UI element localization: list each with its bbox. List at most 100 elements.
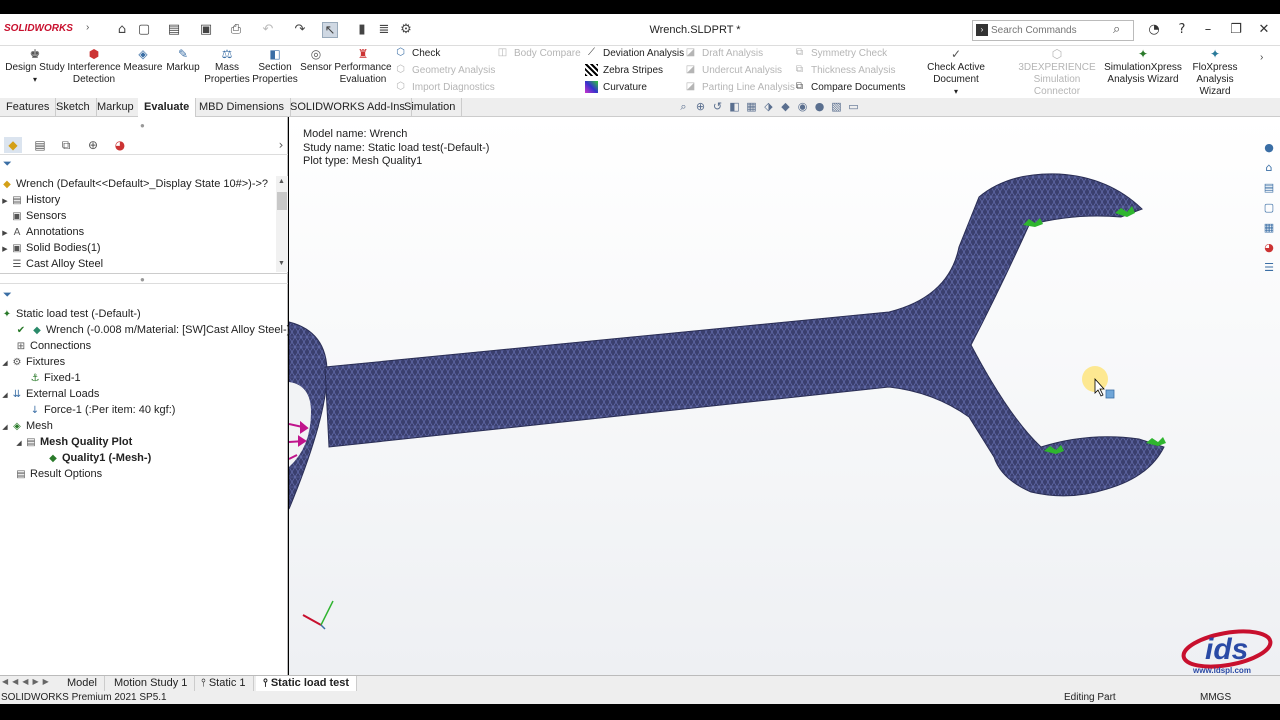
sim-tree-item-quality1[interactable]: ◆ Quality1 (-Mesh-) <box>46 450 322 466</box>
section-view-icon[interactable]: ◧ <box>726 100 743 113</box>
menu-arrow-icon[interactable]: › <box>86 22 89 33</box>
panel-splitter-icon[interactable]: ● <box>140 121 145 130</box>
sensor-button[interactable]: ◎ Sensor <box>299 46 333 74</box>
edit-appearance-icon[interactable]: ● <box>811 100 828 113</box>
options-gear-icon[interactable]: ⚙ <box>398 22 414 38</box>
previous-view-icon[interactable]: ↺ <box>709 100 726 113</box>
display-manager-tab-icon[interactable]: ◕ <box>111 137 129 153</box>
zoom-area-icon[interactable]: ⊕ <box>692 100 709 113</box>
open-folder-icon[interactable]: ▤ <box>166 22 182 38</box>
tree-item-material[interactable]: ☰ Cast Alloy Steel <box>0 256 276 272</box>
graphics-area[interactable]: Model name: Wrench Study name: Static lo… <box>289 117 1280 675</box>
feature-tree-scrollbar[interactable]: ▲ ▼ <box>276 176 288 272</box>
collapse-arrow-icon[interactable]: ◢ <box>0 355 10 371</box>
check-button[interactable]: ⬡ Check <box>394 46 494 63</box>
deviation-analysis-button[interactable]: ⟋ Deviation Analysis <box>585 46 685 63</box>
tab-features[interactable]: Features <box>0 98 57 117</box>
view-settings-icon[interactable]: ▭ <box>845 100 862 113</box>
configuration-manager-tab-icon[interactable]: ⧉ <box>57 137 75 153</box>
tree-item-solid-bodies[interactable]: ▶ ▣ Solid Bodies(1) <box>0 240 276 256</box>
floxpress-button[interactable]: ✦ FloXpress Analysis Wizard <box>1182 46 1248 98</box>
feature-manager-tab-icon[interactable]: ◆ <box>4 137 22 153</box>
tab-evaluate[interactable]: Evaluate <box>138 98 197 117</box>
expand-arrow-icon[interactable]: ▶ <box>0 241 10 257</box>
close-icon[interactable]: ✕ <box>1254 22 1274 37</box>
bottom-tab-motion-study-1[interactable]: Motion Study 1 <box>107 676 196 692</box>
design-library-icon[interactable]: ▤ <box>1262 181 1276 195</box>
print-icon[interactable]: ⎙ <box>228 22 244 38</box>
view-palette-icon[interactable]: ▦ <box>1262 221 1276 235</box>
collapse-arrow-icon[interactable]: ◢ <box>14 435 24 451</box>
sim-tree-item-fixed-1[interactable]: ⚓ Fixed-1 <box>28 370 304 386</box>
import-diagnostics-button[interactable]: ⬡ Import Diagnostics <box>394 80 495 97</box>
geometry-analysis-button[interactable]: ⬡ Geometry Analysis <box>394 63 495 80</box>
interference-detection-button[interactable]: ⬢ Interference Detection <box>66 46 122 86</box>
units-label[interactable]: MMGS <box>1200 692 1231 703</box>
bottom-tab-model[interactable]: Model <box>60 676 105 692</box>
display-style-icon[interactable]: ◆ <box>777 100 794 113</box>
home-icon[interactable]: ⌂ <box>114 22 130 38</box>
home-taskpane-icon[interactable]: ⌂ <box>1262 161 1276 175</box>
expand-arrow-icon[interactable]: ▶ <box>0 193 10 209</box>
restore-icon[interactable]: ❐ <box>1226 22 1246 37</box>
panel-expand-icon[interactable]: › <box>272 137 290 153</box>
symmetry-check-button[interactable]: ⧉ Symmetry Check <box>793 46 903 63</box>
bottom-tab-static-1[interactable]: ⫯ Static 1 <box>194 676 254 692</box>
undo-icon[interactable]: ↶ <box>260 22 276 38</box>
help-icon[interactable]: ? <box>1172 22 1192 37</box>
tree-item-annotations[interactable]: ▶ A Annotations <box>0 224 276 240</box>
markup-button[interactable]: ✎ Markup <box>164 46 202 74</box>
tab-mbd-dimensions[interactable]: MBD Dimensions <box>193 98 291 117</box>
draft-analysis-button[interactable]: ◪ Draft Analysis <box>684 46 790 63</box>
expand-arrow-icon[interactable]: ▶ <box>0 225 10 241</box>
undercut-analysis-button[interactable]: ◪ Undercut Analysis <box>684 63 790 80</box>
dimxpert-tab-icon[interactable]: ⊕ <box>84 137 102 153</box>
sim-tree-item-result-options[interactable]: ▤ Result Options <box>14 466 290 482</box>
user-account-icon[interactable]: ◔ <box>1144 22 1164 37</box>
check-active-document-button[interactable]: ✓ Check Active Document ▾ <box>904 46 1008 98</box>
dynamic-annotation-icon[interactable]: ▦ <box>743 100 760 113</box>
collapse-arrow-icon[interactable]: ◢ <box>0 387 10 403</box>
file-explorer-icon[interactable]: ▢ <box>1262 201 1276 215</box>
select-pointer-icon[interactable]: ↖ <box>322 22 338 38</box>
body-compare-button[interactable]: ◫ Body Compare <box>496 46 581 63</box>
scroll-down-icon[interactable]: ▼ <box>278 260 285 267</box>
bottom-tab-static-load-test[interactable]: ⫯ Static load test <box>256 676 358 692</box>
compare-documents-button[interactable]: ⧉ Compare Documents <box>793 80 906 97</box>
apply-scene-icon[interactable]: ▧ <box>828 100 845 113</box>
search-input[interactable] <box>991 23 1111 38</box>
3dexperience-simulation-connector-button[interactable]: ⬡ 3DEXPERIENCE Simulation Connector <box>1010 46 1104 98</box>
save-icon[interactable]: ▣ <box>198 22 214 38</box>
scroll-up-icon[interactable]: ▲ <box>278 178 285 185</box>
sim-tree-item-mesh[interactable]: ◢ ◈ Mesh <box>0 418 276 434</box>
rebuild-icon[interactable]: ▮ <box>354 22 370 38</box>
appearances-icon[interactable]: ◕ <box>1262 241 1276 255</box>
filter-icon[interactable]: ⏷ <box>3 157 12 171</box>
hide-show-icon[interactable]: ◉ <box>794 100 811 113</box>
sim-tree-item-external-loads[interactable]: ◢ ⇊ External Loads <box>0 386 276 402</box>
view-orientation-icon[interactable]: ⬗ <box>760 100 777 113</box>
tab-markup[interactable]: Markup <box>91 98 141 117</box>
mass-properties-button[interactable]: ⚖ Mass Properties <box>203 46 251 86</box>
thickness-analysis-button[interactable]: ⧉ Thickness Analysis <box>793 63 903 80</box>
simulation-filter-icon[interactable]: ⏷ <box>3 288 12 302</box>
wrench-mesh-model[interactable] <box>289 117 1280 675</box>
sim-tree-item-force-1[interactable]: ↓ Force-1 (:Per item: 40 kgf:) <box>28 402 304 418</box>
tab-solidworks-add-ins[interactable]: SOLIDWORKS Add-Ins <box>284 98 412 117</box>
search-commands-box[interactable]: › ⌕ <box>972 20 1134 41</box>
custom-properties-icon[interactable]: ☰ <box>1262 261 1276 275</box>
simulationxpress-button[interactable]: ✦ SimulationXpress Analysis Wizard <box>1104 46 1182 86</box>
search-icon[interactable]: ⌕ <box>1113 22 1120 37</box>
ribbon-scroll-right-icon[interactable]: › <box>1260 52 1263 63</box>
property-manager-tab-icon[interactable]: ▤ <box>31 137 49 153</box>
solidworks-logo[interactable]: SOLIDWORKS <box>4 23 73 34</box>
redo-icon[interactable]: ↷ <box>292 22 308 38</box>
tab-nav-arrows-icon[interactable]: ◀◀◀▶▶ <box>2 677 53 686</box>
zebra-stripes-button[interactable]: Zebra Stripes <box>585 63 685 80</box>
solidworks-resources-icon[interactable]: ● <box>1262 141 1276 155</box>
file-properties-icon[interactable]: ≣ <box>376 22 392 38</box>
curvature-button[interactable]: Curvature <box>585 80 685 97</box>
section-properties-button[interactable]: ◧ Section Properties <box>251 46 299 86</box>
minimize-icon[interactable]: – <box>1198 22 1218 37</box>
zoom-to-fit-icon[interactable]: ⌕ <box>675 100 692 114</box>
